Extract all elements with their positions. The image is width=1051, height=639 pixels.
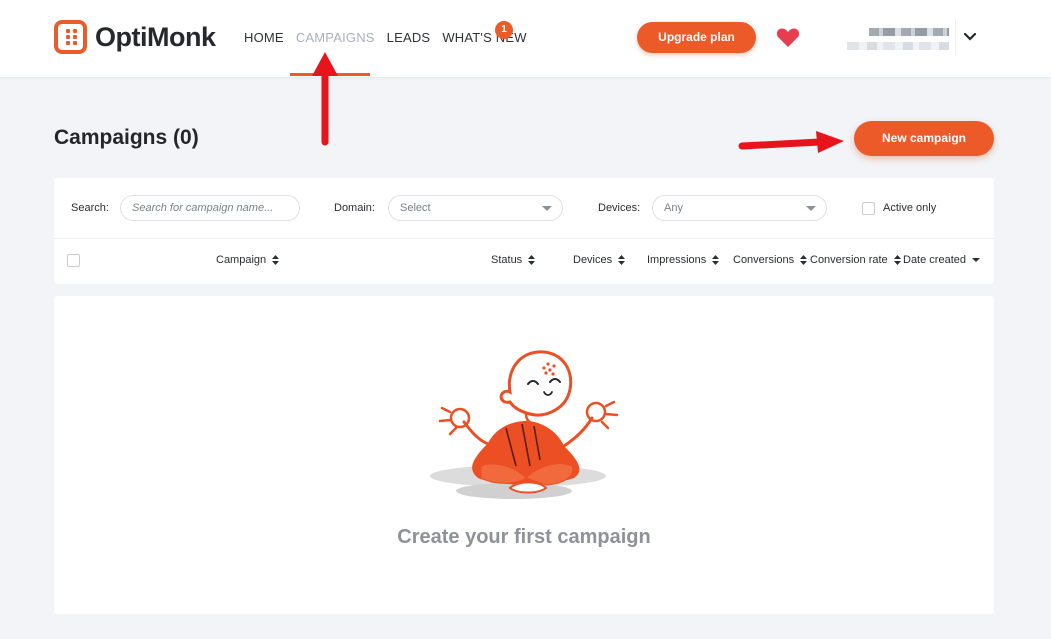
brand-name: OptiMonk — [95, 21, 216, 52]
search-label: Search: — [71, 202, 109, 214]
heart-icon[interactable] — [776, 27, 800, 53]
campaign-filters-card: Search: Search for campaign name... Doma… — [54, 178, 994, 284]
nav-item-campaigns[interactable]: CAMPAIGNS — [296, 30, 375, 45]
devices-select-value: Any — [664, 202, 683, 214]
nav-item-home[interactable]: HOME — [244, 30, 284, 45]
sort-icon — [528, 255, 536, 266]
annotation-arrow-right-icon — [738, 131, 844, 153]
column-header-date-created[interactable]: Date created — [903, 254, 981, 266]
domain-label: Domain: — [334, 202, 375, 214]
top-navigation-bar: OptiMonk HOME CAMPAIGNS LEADS WHAT'S NEW… — [0, 0, 1051, 77]
account-email-redacted — [847, 42, 949, 50]
filters-divider — [54, 238, 994, 239]
caret-down-icon — [806, 206, 816, 211]
devices-select[interactable]: Any — [652, 195, 827, 221]
sort-icon — [712, 255, 720, 266]
sort-icon — [893, 255, 901, 266]
column-header-conversions[interactable]: Conversions — [733, 254, 808, 266]
caret-down-icon — [542, 206, 552, 211]
optimonk-logo-icon — [54, 20, 87, 54]
nav-item-whats-new[interactable]: WHAT'S NEW — [442, 30, 526, 45]
account-info-blurred[interactable] — [847, 26, 952, 52]
sort-icon — [618, 255, 626, 266]
active-only-label: Active only — [883, 202, 937, 214]
sort-icon — [800, 255, 808, 266]
optimonk-logo[interactable]: OptiMonk — [54, 20, 216, 54]
sort-descending-icon — [972, 258, 981, 263]
sort-icon — [272, 255, 280, 266]
empty-state-card: Create your first campaign — [54, 296, 994, 614]
search-input[interactable]: Search for campaign name... — [120, 195, 300, 221]
active-only-checkbox[interactable] — [862, 202, 875, 215]
column-header-status[interactable]: Status — [491, 254, 536, 266]
column-header-devices[interactable]: Devices — [573, 254, 626, 266]
column-header-campaign[interactable]: Campaign — [216, 254, 280, 266]
upgrade-plan-button[interactable]: Upgrade plan — [637, 22, 756, 53]
account-divider — [955, 20, 956, 56]
column-header-conversion-rate[interactable]: Conversion rate — [810, 254, 901, 266]
annotation-arrow-up-icon — [312, 52, 338, 146]
column-header-impressions[interactable]: Impressions — [647, 254, 720, 266]
page-title: Campaigns (0) — [54, 126, 199, 149]
chevron-down-icon[interactable] — [963, 30, 977, 49]
select-all-checkbox[interactable] — [67, 254, 80, 267]
meditating-monk-illustration — [430, 350, 619, 499]
whats-new-badge: 1 — [495, 21, 513, 39]
nav-item-leads[interactable]: LEADS — [387, 30, 431, 45]
devices-label: Devices: — [598, 202, 641, 214]
domain-select-value: Select — [400, 202, 431, 214]
account-name-redacted — [869, 28, 949, 36]
new-campaign-button[interactable]: New campaign — [854, 121, 994, 156]
domain-select[interactable]: Select — [388, 195, 563, 221]
empty-state-message: Create your first campaign — [397, 526, 651, 548]
